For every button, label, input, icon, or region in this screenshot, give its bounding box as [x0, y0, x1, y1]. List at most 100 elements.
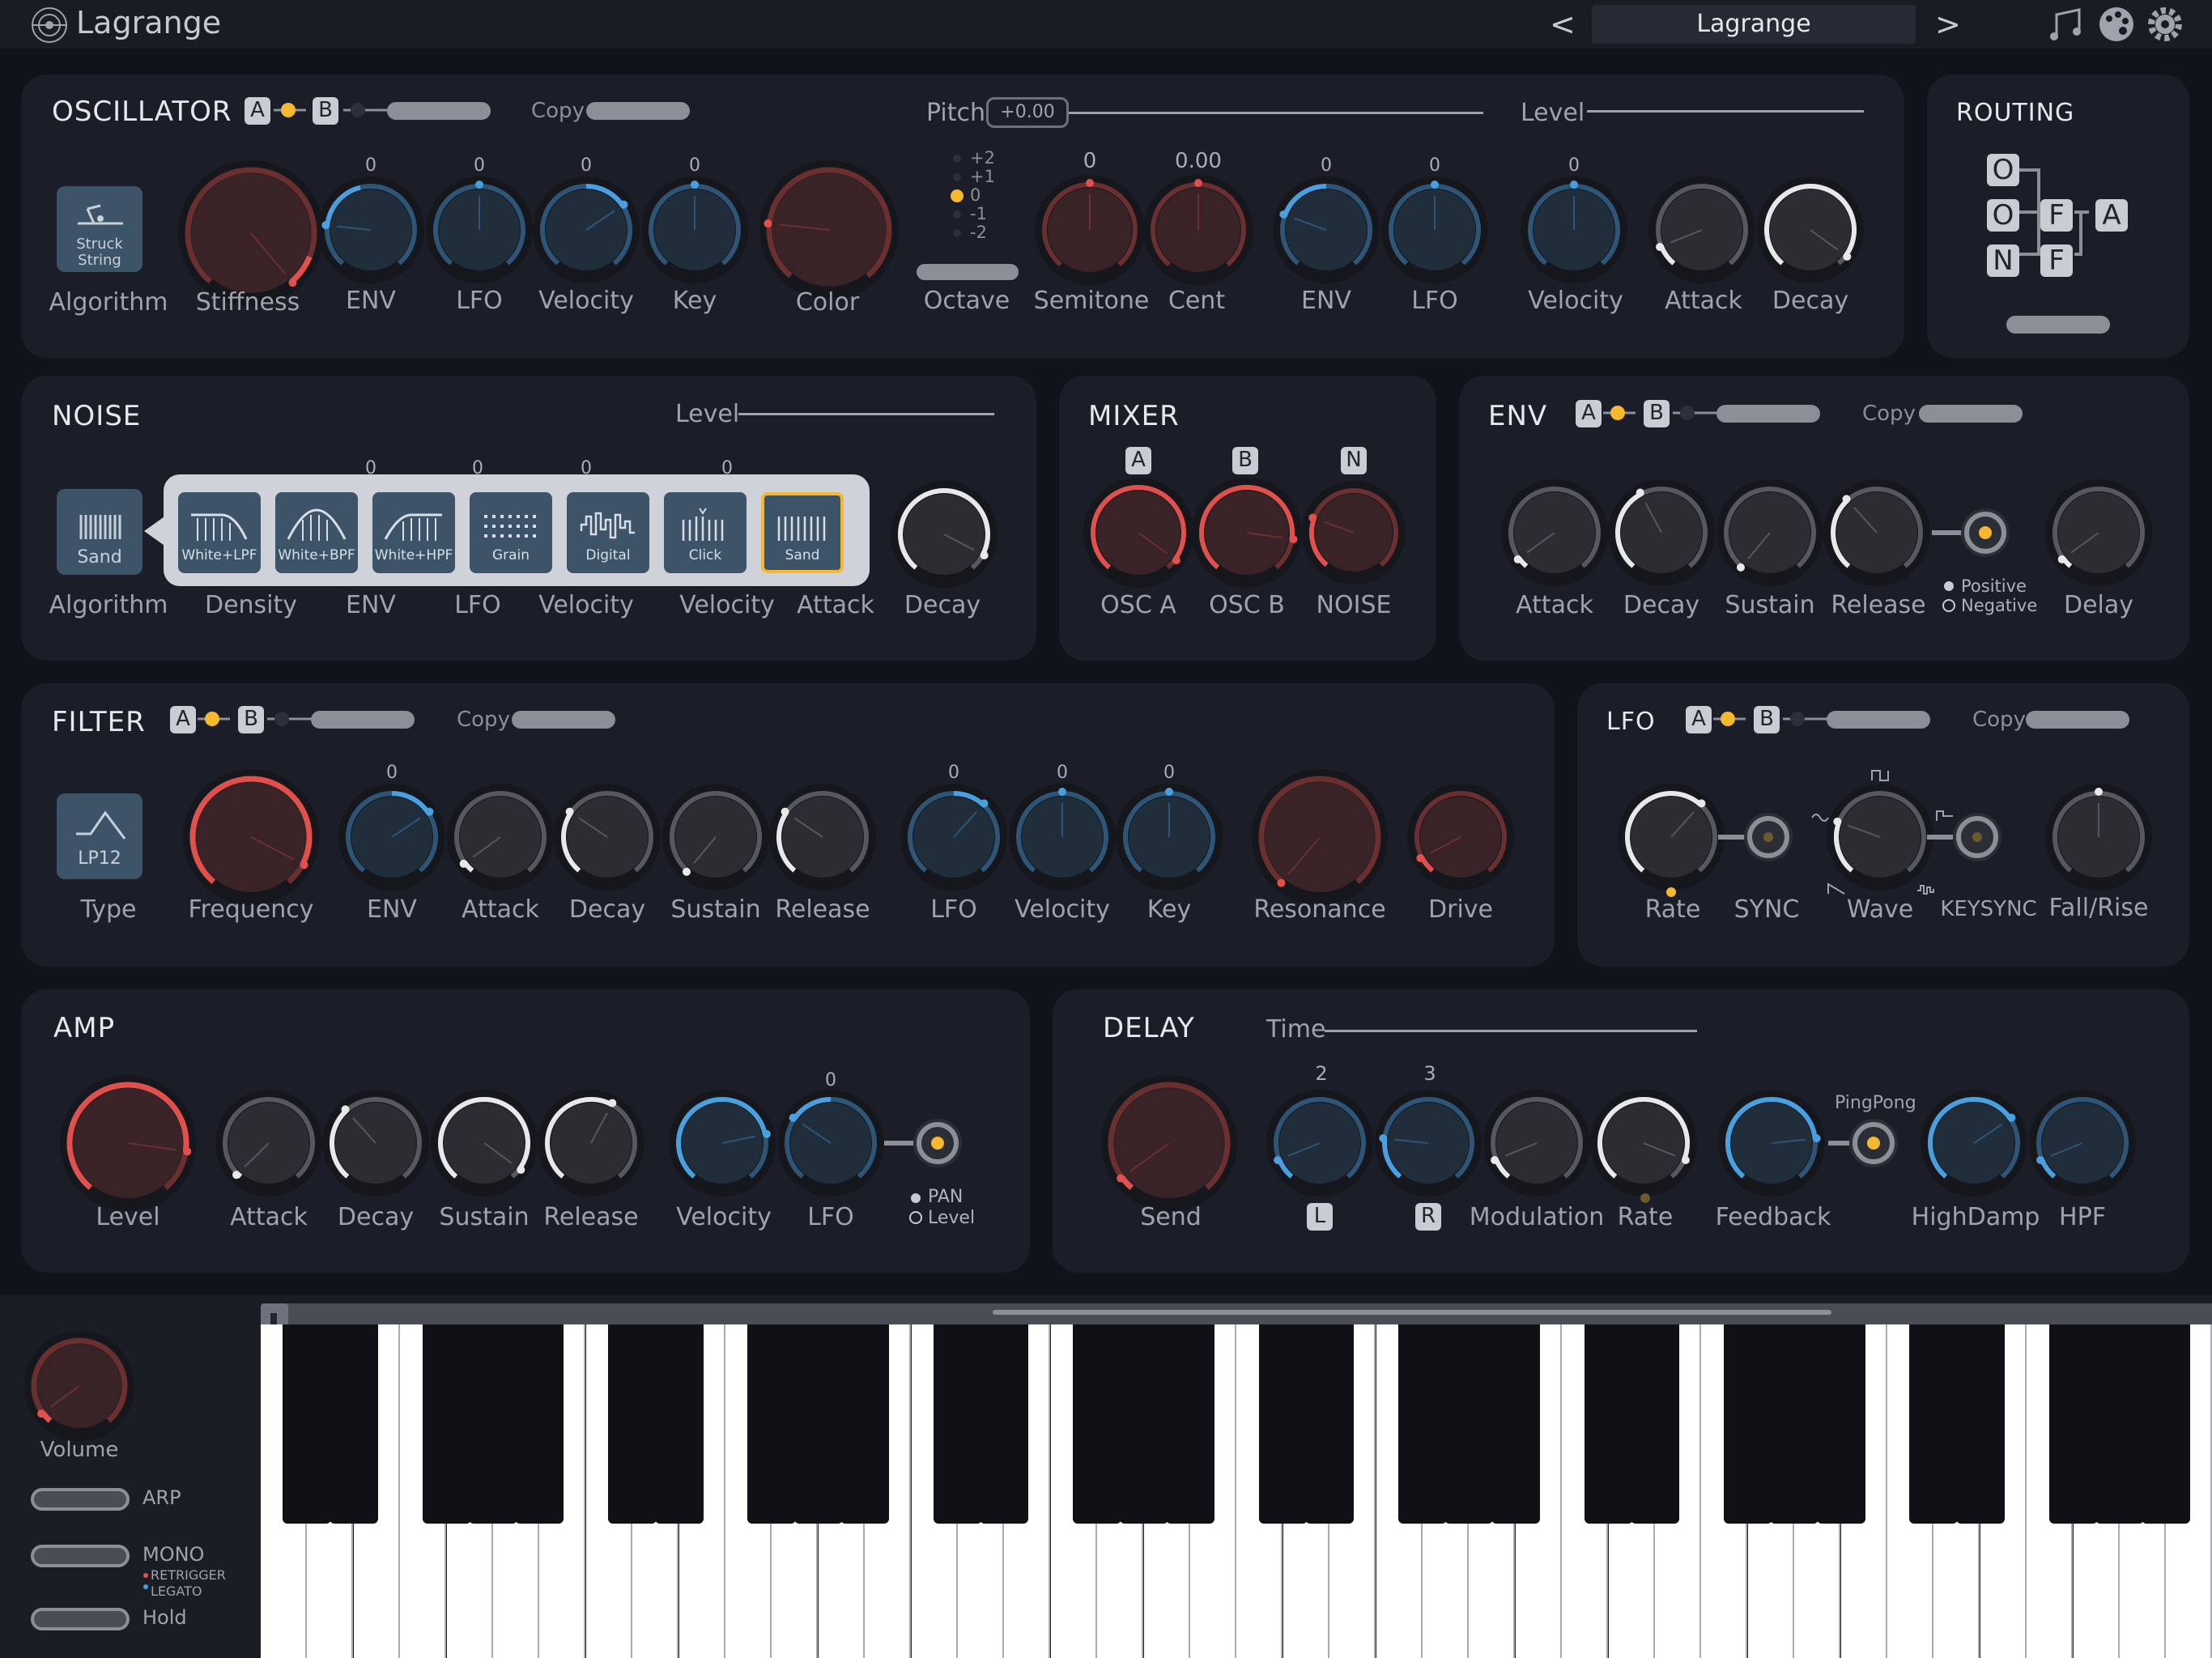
settings-gear-icon[interactable]	[2146, 5, 2184, 44]
filter-a-badge[interactable]: A	[170, 706, 196, 733]
amp-sustain-knob[interactable]	[428, 1086, 541, 1200]
osc-b-badge[interactable]: B	[313, 97, 338, 125]
black-key[interactable]	[423, 1324, 471, 1524]
black-key[interactable]	[2049, 1324, 2098, 1524]
osc-velocity-knob[interactable]	[530, 173, 643, 287]
lfo-a-badge[interactable]: A	[1686, 706, 1712, 733]
filter-b-badge[interactable]: B	[238, 706, 264, 733]
pingpong-switch[interactable]	[1828, 1116, 1908, 1171]
osc-attack-knob[interactable]	[1645, 173, 1759, 287]
frequency-knob[interactable]	[180, 766, 322, 908]
pitch-slider[interactable]	[1069, 112, 1483, 114]
black-key[interactable]	[980, 1324, 1028, 1524]
black-key[interactable]	[1166, 1324, 1214, 1524]
black-key[interactable]	[1259, 1324, 1308, 1524]
black-key[interactable]	[330, 1324, 378, 1524]
lfo-keysync-switch[interactable]	[1927, 810, 2006, 865]
routing-osc-b-node[interactable]: O	[1987, 199, 2019, 232]
black-key[interactable]	[283, 1324, 331, 1524]
env-attack-knob[interactable]	[1498, 476, 1611, 589]
env-a-badge[interactable]: A	[1576, 400, 1602, 427]
lfo-copy-button[interactable]	[2026, 711, 2129, 729]
mix-noise-knob[interactable]	[1299, 478, 1409, 588]
black-key[interactable]	[1631, 1324, 1679, 1524]
black-key[interactable]	[608, 1324, 657, 1524]
env-sustain-knob[interactable]	[1713, 476, 1827, 589]
filter-lfo-knob[interactable]	[897, 780, 1010, 894]
black-key[interactable]	[1817, 1324, 1865, 1524]
filter-release-knob[interactable]	[766, 780, 879, 894]
drive-knob[interactable]	[1404, 780, 1517, 894]
osc-level-velocity-knob[interactable]	[1517, 173, 1631, 287]
black-key[interactable]	[655, 1324, 704, 1524]
env-release-knob[interactable]	[1820, 476, 1933, 589]
color-knob[interactable]	[756, 157, 902, 303]
routing-osc-a-node[interactable]: O	[1987, 154, 2019, 186]
osc-lfo-knob[interactable]	[423, 173, 536, 287]
amp-velocity-knob[interactable]	[666, 1086, 779, 1200]
black-key[interactable]	[934, 1324, 982, 1524]
filter-velocity-knob[interactable]	[1006, 780, 1119, 894]
music-notes-icon[interactable]	[2048, 6, 2084, 42]
amp-attack-knob[interactable]	[212, 1086, 325, 1200]
routing-amp-node[interactable]: A	[2095, 199, 2128, 232]
osc-level-env-knob[interactable]	[1270, 173, 1383, 287]
routing-filter2-node[interactable]: F	[2040, 244, 2073, 277]
delay-l-knob[interactable]	[1263, 1086, 1376, 1200]
amp-lfo-knob[interactable]	[774, 1086, 887, 1200]
noise-decay-knob[interactable]	[887, 478, 1001, 591]
pitch-value-field[interactable]: +0.00	[986, 97, 1069, 128]
black-key[interactable]	[1585, 1324, 1633, 1524]
black-key[interactable]	[1398, 1324, 1447, 1524]
delay-r-knob[interactable]	[1372, 1086, 1485, 1200]
lfo-rate-knob[interactable]	[1614, 780, 1728, 894]
delay-feedback-knob[interactable]	[1715, 1086, 1828, 1200]
resonance-knob[interactable]	[1249, 766, 1391, 908]
env-polarity-switch[interactable]	[1932, 505, 2011, 560]
env-b-badge[interactable]: B	[1644, 400, 1670, 427]
lfo-sync-switch[interactable]	[1718, 810, 1797, 865]
lfo-b-badge[interactable]: B	[1754, 706, 1780, 733]
semitone-knob[interactable]	[1032, 172, 1148, 288]
osc-ab-slider[interactable]	[387, 102, 491, 120]
black-key[interactable]	[1909, 1324, 1958, 1524]
osc-algorithm-button[interactable]: Struck String	[57, 186, 143, 272]
amp-lfo-target-switch[interactable]	[884, 1116, 963, 1171]
black-key[interactable]	[1444, 1324, 1493, 1524]
delay-hpf-knob[interactable]	[2026, 1086, 2139, 1200]
octave-slider[interactable]	[917, 264, 1019, 280]
amp-decay-knob[interactable]	[319, 1086, 432, 1200]
arp-toggle[interactable]	[31, 1488, 130, 1511]
osc-a-badge[interactable]: A	[245, 97, 270, 125]
polarity-negative-label[interactable]: Negative	[1961, 596, 2037, 615]
lfo-wave-knob[interactable]	[1823, 780, 1937, 894]
filter-ab-slider[interactable]	[311, 711, 415, 729]
filter-attack-knob[interactable]	[444, 780, 557, 894]
black-key[interactable]	[1073, 1324, 1121, 1524]
noise-type-white-hpf[interactable]: White+HPF	[372, 492, 455, 573]
preset-prev-button[interactable]: <	[1550, 6, 1576, 42]
mix-osc-a-knob[interactable]	[1080, 474, 1197, 591]
black-key[interactable]	[794, 1324, 843, 1524]
filter-copy-button[interactable]	[512, 711, 615, 729]
delay-time-slider[interactable]	[1325, 1030, 1697, 1032]
black-key[interactable]	[1956, 1324, 2005, 1524]
delay-rate-knob[interactable]	[1587, 1086, 1700, 1200]
amp-level-knob[interactable]	[57, 1072, 199, 1214]
env-decay-knob[interactable]	[1605, 476, 1718, 589]
amp-pan-option[interactable]: PAN	[928, 1187, 963, 1207]
hold-toggle[interactable]	[31, 1608, 130, 1630]
osc-copy-button[interactable]	[586, 102, 690, 120]
amp-level-option[interactable]: Level	[928, 1208, 975, 1228]
lfo-ab-slider[interactable]	[1827, 711, 1930, 729]
delay-send-knob[interactable]	[1098, 1072, 1240, 1214]
delay-modulation-knob[interactable]	[1480, 1086, 1593, 1200]
black-key[interactable]	[1120, 1324, 1168, 1524]
black-key[interactable]	[747, 1324, 796, 1524]
filter-key-knob[interactable]	[1112, 780, 1226, 894]
routing-filter-node[interactable]: F	[2040, 199, 2073, 232]
stiffness-knob[interactable]	[175, 157, 327, 309]
env-delay-knob[interactable]	[2042, 476, 2155, 589]
noise-algorithm-button[interactable]: Sand	[57, 489, 143, 575]
noise-type-sand-selected[interactable]: Sand	[761, 492, 844, 573]
